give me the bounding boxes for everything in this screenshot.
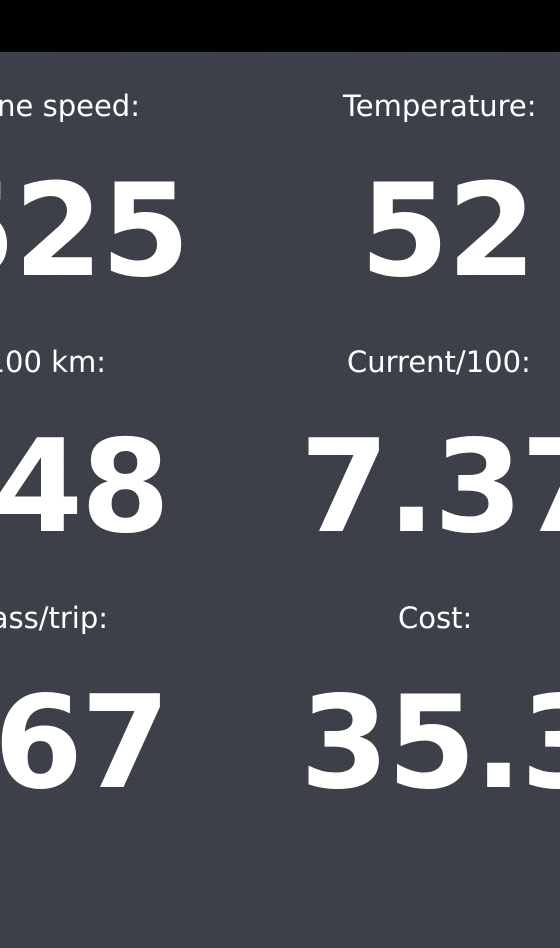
stat-value: 525: [0, 157, 190, 306]
stat-value: 52: [360, 157, 536, 306]
stat-value: 35.3: [300, 669, 560, 818]
stat-label: Current/100:: [347, 345, 531, 379]
stat-label: ine speed:: [0, 89, 140, 123]
stat-label: ass/trip:: [0, 601, 108, 635]
stat-current-per-100: Current/100: 7.37: [280, 348, 560, 588]
stat-label: Cost:: [398, 601, 473, 635]
left-column: ine speed: 525 100 km: .48 ass/trip: .67: [0, 52, 280, 948]
stat-gas-per-trip: ass/trip: .67: [0, 604, 280, 844]
stat-value: .67: [0, 669, 170, 818]
stat-temperature: Temperature: 52: [280, 92, 560, 332]
status-bar: [0, 0, 560, 52]
stat-label: 100 km:: [0, 345, 106, 379]
stat-value: .48: [0, 413, 170, 562]
stat-label: Temperature:: [343, 89, 537, 123]
right-column: Temperature: 52 Current/100: 7.37 Cost: …: [280, 52, 560, 948]
stat-cost: Cost: 35.3: [280, 604, 560, 844]
stat-engine-speed: ine speed: 525: [0, 92, 280, 332]
stat-per-100km: 100 km: .48: [0, 348, 280, 588]
stat-value: 7.37: [300, 413, 560, 562]
